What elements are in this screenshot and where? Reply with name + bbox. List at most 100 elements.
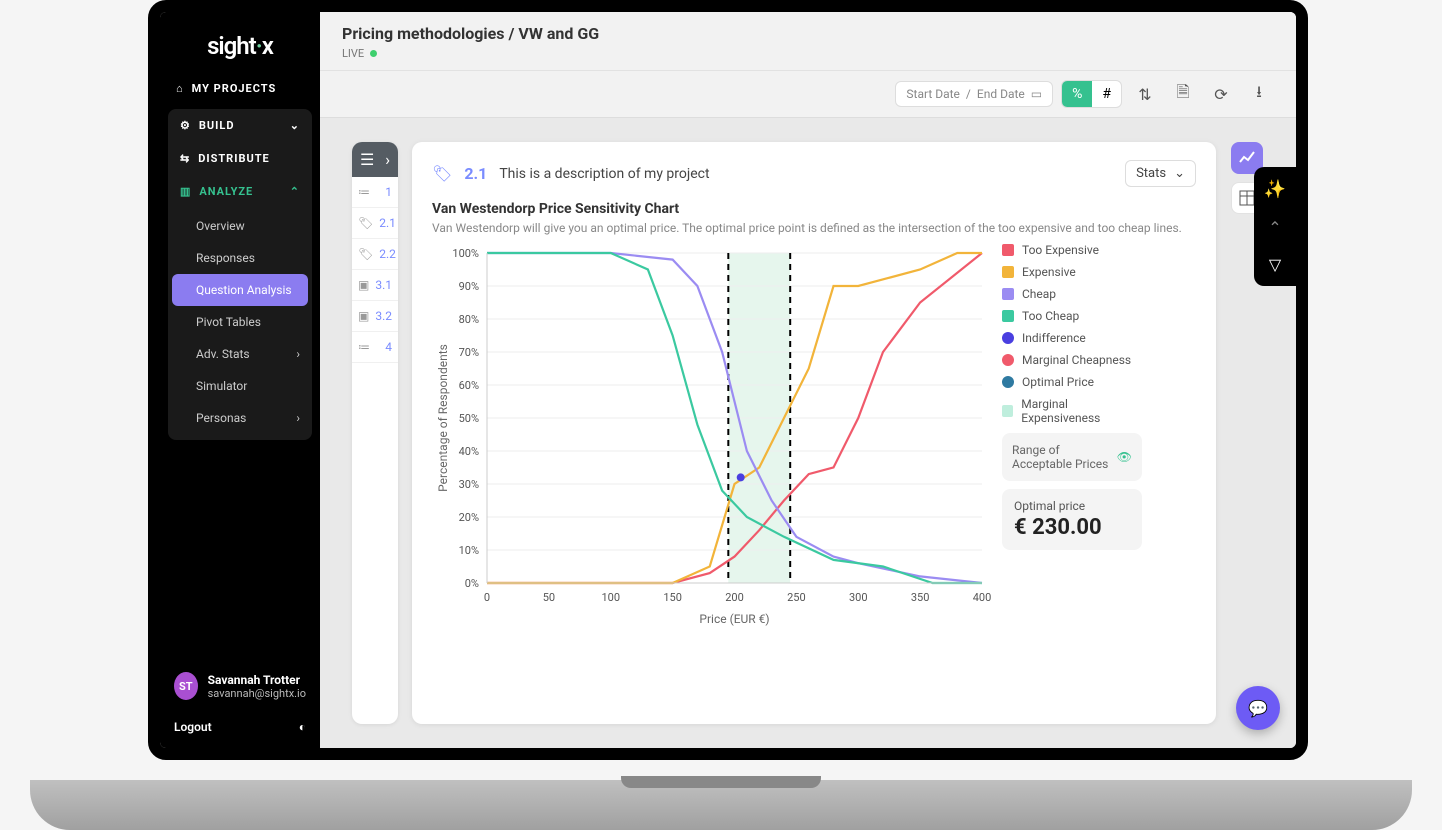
svg-text:150: 150 — [663, 591, 682, 604]
svg-text:100%: 100% — [452, 247, 479, 260]
optimal-price-value: € 230.00 — [1014, 515, 1130, 540]
refresh-button[interactable]: ⟳ — [1206, 79, 1236, 109]
tag-icon: 🏷 — [432, 164, 452, 183]
chevron-up-icon[interactable]: ⌃ — [1268, 218, 1281, 237]
sidebar: sight·x ⌂ MY PROJECTS ⚙BUILD ⌄ ⇆DISTRIBU… — [160, 12, 320, 748]
sidebar-item-simulator[interactable]: Simulator — [168, 370, 312, 402]
list-icon: ≔ — [358, 340, 370, 354]
sidebar-item-question-analysis[interactable]: Question Analysis — [172, 274, 308, 306]
chevron-up-icon: ⌃ — [290, 185, 300, 198]
svg-text:30%: 30% — [459, 478, 479, 491]
swatch — [1002, 332, 1014, 344]
save-button[interactable]: 🗎 — [1168, 79, 1198, 109]
question-nav-item[interactable]: 🏷2.1 — [352, 208, 398, 239]
count-toggle[interactable]: # — [1092, 81, 1121, 107]
question-nav-item[interactable]: ≔4 — [352, 332, 398, 363]
svg-text:10%: 10% — [459, 544, 479, 557]
svg-text:80%: 80% — [459, 313, 479, 326]
table-icon — [1239, 190, 1255, 206]
distribute-icon: ⇆ — [180, 152, 190, 165]
home-icon: ⌂ — [176, 82, 184, 95]
chart-subtitle: Van Westendorp will give you an optimal … — [432, 221, 1196, 235]
svg-text:Price (EUR €): Price (EUR €) — [699, 612, 769, 626]
svg-text:0%: 0% — [465, 577, 479, 590]
svg-text:0: 0 — [484, 591, 490, 604]
tag-icon: 🏷 — [358, 216, 373, 230]
main: Pricing methodologies / VW and GG LIVE S… — [320, 12, 1296, 748]
nav-distribute[interactable]: ⇆DISTRIBUTE — [168, 142, 312, 175]
svg-text:250: 250 — [787, 591, 806, 604]
stats-dropdown[interactable]: Stats ⌄ — [1125, 160, 1196, 187]
svg-text:100: 100 — [601, 591, 620, 604]
chat-icon: 💬 — [1248, 699, 1268, 718]
chevron-right-icon: › — [296, 411, 300, 425]
nav-analyze[interactable]: ▥ANALYZE ⌃ — [168, 175, 312, 208]
question-nav-item[interactable]: ▣3.1 — [352, 270, 398, 301]
sidebar-item-personas[interactable]: Personas› — [168, 402, 312, 434]
sidebar-item-adv-stats[interactable]: Adv. Stats› — [168, 338, 312, 370]
chat-fab[interactable]: 💬 — [1236, 686, 1280, 730]
analyze-icon: ▥ — [180, 185, 191, 198]
chevron-right-icon: › — [296, 347, 300, 361]
nav-my-projects[interactable]: ⌂ MY PROJECTS — [160, 72, 320, 105]
svg-text:300: 300 — [849, 591, 868, 604]
line-chart-icon — [1239, 150, 1255, 166]
list-icon: ≔ — [358, 185, 370, 199]
svg-text:200: 200 — [725, 591, 744, 604]
list-icon: ☰ — [360, 150, 374, 169]
question-nav: ☰ › ≔1 🏷2.1 🏷2.2 ▣3.1 ▣3.2 ≔4 — [352, 142, 398, 724]
swatch — [1002, 376, 1014, 388]
swatch — [1002, 244, 1014, 256]
sidebar-item-overview[interactable]: Overview — [168, 210, 312, 242]
user-block[interactable]: ST Savannah Trotter savannah@sightx.io — [160, 662, 320, 710]
analysis-card: 🏷 2.1 This is a description of my projec… — [412, 142, 1216, 724]
chevron-right-icon: › — [385, 150, 390, 169]
question-nav-item[interactable]: ≔1 — [352, 177, 398, 208]
chevron-down-icon: ⌄ — [290, 119, 300, 132]
brand-logo: sight·x — [160, 12, 320, 72]
svg-text:50%: 50% — [459, 412, 479, 425]
svg-text:70%: 70% — [459, 346, 479, 359]
optimal-price-box: Optimal price € 230.00 — [1002, 489, 1142, 550]
chart-legend: Too Expensive Expensive Cheap Too Cheap … — [1002, 243, 1142, 633]
range-box[interactable]: Range of Acceptable Prices 👁 — [1002, 433, 1142, 481]
svg-text:Percentage of Respondents: Percentage of Respondents — [436, 344, 450, 492]
sort-button[interactable]: ⇅ — [1130, 79, 1160, 109]
svg-text:50: 50 — [543, 591, 555, 604]
download-button[interactable]: ⭳ — [1244, 79, 1274, 109]
magic-wand-icon[interactable]: ✨ — [1264, 179, 1286, 200]
eye-icon: 👁 — [1117, 450, 1132, 464]
avatar: ST — [174, 672, 198, 700]
percent-toggle[interactable]: % — [1062, 81, 1092, 107]
calendar-icon: ▭ — [1031, 87, 1042, 101]
swatch — [1002, 405, 1013, 417]
question-number: 2.1 — [464, 164, 487, 183]
toggle-icon: ◐ — [299, 720, 306, 734]
filter-icon[interactable]: ▽ — [1269, 255, 1281, 274]
swatch — [1002, 266, 1014, 278]
sidebar-item-pivot-tables[interactable]: Pivot Tables — [168, 306, 312, 338]
question-nav-header[interactable]: ☰ › — [352, 142, 398, 177]
chart-title: Van Westendorp Price Sensitivity Chart — [432, 201, 1196, 217]
svg-text:60%: 60% — [459, 379, 479, 392]
user-name: Savannah Trotter — [208, 673, 306, 687]
right-rail: ✨ ⌃ ▽ — [1254, 167, 1296, 286]
question-nav-item[interactable]: 🏷2.2 — [352, 239, 398, 270]
logout-link[interactable]: Logout ◐ — [160, 710, 320, 748]
tag-icon: 🏷 — [358, 247, 373, 261]
nav-build[interactable]: ⚙BUILD ⌄ — [168, 109, 312, 142]
swatch — [1002, 310, 1014, 322]
sidebar-item-responses[interactable]: Responses — [168, 242, 312, 274]
svg-text:40%: 40% — [459, 445, 479, 458]
swatch — [1002, 354, 1014, 366]
date-range-picker[interactable]: Start Date/End Date ▭ — [895, 81, 1053, 107]
status-badge: LIVE — [342, 47, 364, 60]
svg-text:350: 350 — [911, 591, 930, 604]
svg-text:20%: 20% — [459, 511, 479, 524]
question-nav-item[interactable]: ▣3.2 — [352, 301, 398, 332]
live-dot-icon — [370, 50, 377, 57]
svg-text:90%: 90% — [459, 280, 479, 293]
breadcrumb: Pricing methodologies / VW and GG — [342, 24, 1274, 43]
swatch — [1002, 288, 1014, 300]
chevron-down-icon: ⌄ — [1174, 166, 1185, 181]
